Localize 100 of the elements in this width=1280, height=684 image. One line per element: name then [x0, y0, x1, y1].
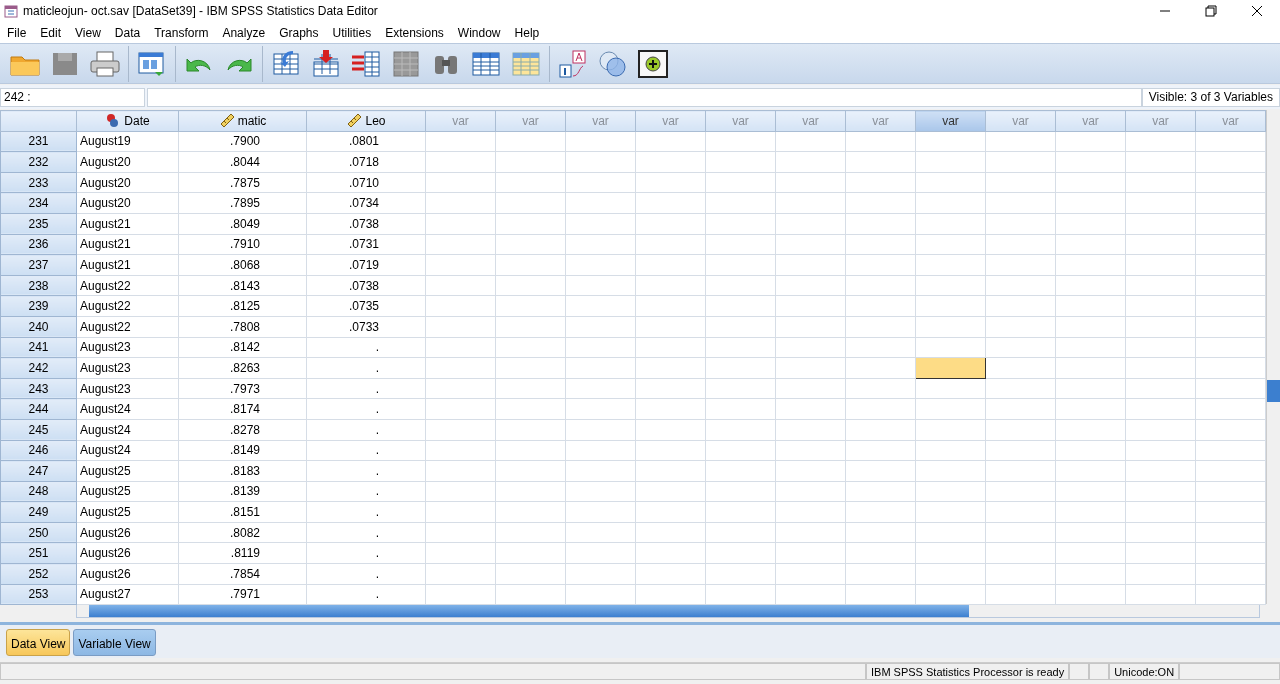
- table-cell: August25: [76, 460, 179, 482]
- menu-item[interactable]: Utilities: [325, 23, 379, 42]
- menu-item[interactable]: Analyze: [215, 23, 273, 42]
- table-cell: .7900: [178, 131, 307, 152]
- row-number[interactable]: 243: [0, 378, 77, 399]
- table-cell: .0731: [306, 234, 426, 255]
- row-number[interactable]: 248: [0, 481, 77, 502]
- table-cell: .7875: [178, 172, 307, 193]
- cell-value-field[interactable]: [147, 87, 1142, 107]
- table-cell: August21: [76, 254, 179, 276]
- table-cell: .0735: [306, 295, 426, 317]
- view-tab[interactable]: Data View: [6, 629, 71, 656]
- table-cell: .8143: [178, 275, 307, 296]
- row-number[interactable]: 246: [0, 440, 77, 461]
- table-cell: .8278: [178, 419, 307, 440]
- table-cell: .8082: [178, 522, 307, 543]
- row-number[interactable]: 238: [0, 275, 77, 296]
- row-number[interactable]: 244: [0, 398, 77, 420]
- table-cell: .: [306, 378, 426, 399]
- row-number[interactable]: 234: [0, 192, 77, 214]
- row-number[interactable]: 250: [0, 522, 77, 543]
- table-cell: .7895: [178, 192, 307, 214]
- table-cell: August21: [76, 234, 179, 255]
- row-number[interactable]: 242: [0, 357, 77, 379]
- cell-reference: 242 :: [0, 87, 145, 107]
- table-cell: .: [306, 501, 426, 523]
- row-number[interactable]: 240: [0, 316, 77, 338]
- table-cell: August22: [76, 316, 179, 338]
- table-cell: .: [306, 398, 426, 420]
- status-text: Unicode:ON: [1109, 663, 1180, 680]
- row-number[interactable]: 252: [0, 563, 77, 585]
- menu-item[interactable]: View: [68, 23, 108, 42]
- row-number[interactable]: 241: [0, 337, 77, 358]
- menu-item[interactable]: Data: [107, 23, 148, 42]
- table-cell: August19: [76, 131, 179, 152]
- table-cell: August24: [76, 440, 179, 461]
- table-cell: .0738: [306, 213, 426, 235]
- table-cell: .0801: [306, 131, 426, 152]
- row-number[interactable]: 231: [0, 131, 77, 152]
- table-cell: .: [306, 419, 426, 440]
- table-cell: August22: [76, 295, 179, 317]
- column-header[interactable]: matic: [237, 113, 267, 128]
- menu-item[interactable]: Extensions: [378, 23, 451, 42]
- table-cell: .7854: [178, 563, 307, 585]
- menu-item[interactable]: Transform: [147, 23, 216, 42]
- table-cell: August27: [76, 584, 179, 605]
- table-cell: .8049: [178, 213, 307, 235]
- menu-item[interactable]: Graphs: [272, 23, 326, 42]
- menu-item[interactable]: File: [0, 23, 34, 42]
- table-cell: .8125: [178, 295, 307, 317]
- visible-variables-label: Visible: 3 of 3 Variables: [1141, 87, 1280, 107]
- status-text: IBM SPSS Statistics Processor is ready: [866, 663, 1070, 680]
- menu-item[interactable]: Window: [450, 23, 508, 42]
- table-cell: .: [306, 542, 426, 564]
- row-number[interactable]: 237: [0, 254, 77, 276]
- table-cell: .7910: [178, 234, 307, 255]
- row-number[interactable]: 239: [0, 295, 77, 317]
- add-icon[interactable]: [636, 47, 670, 80]
- table-cell: August23: [76, 337, 179, 358]
- row-number[interactable]: 251: [0, 542, 77, 564]
- ruler-icon: [218, 111, 235, 128]
- table-cell: .0719: [306, 254, 426, 276]
- vertical-scrollbar[interactable]: [1266, 110, 1280, 604]
- row-number[interactable]: 249: [0, 501, 77, 523]
- table-cell: .: [306, 563, 426, 585]
- row-number[interactable]: 253: [0, 584, 77, 605]
- table-cell: .8119: [178, 542, 307, 564]
- table-cell: August26: [76, 542, 179, 564]
- row-number[interactable]: 245: [0, 419, 77, 440]
- row-number[interactable]: 232: [0, 151, 77, 173]
- table-cell: .: [306, 584, 426, 605]
- table-cell: .: [306, 337, 426, 358]
- view-tab[interactable]: Variable View: [73, 629, 156, 656]
- table-cell: August20: [76, 172, 179, 193]
- table-cell: August23: [76, 357, 179, 379]
- row-number[interactable]: 247: [0, 460, 77, 482]
- column-header[interactable]: Leo: [365, 113, 386, 128]
- table-cell: August20: [76, 192, 179, 214]
- table-cell: August25: [76, 481, 179, 502]
- menu-item[interactable]: Help: [507, 23, 547, 42]
- table-cell: .8263: [178, 357, 307, 379]
- table-cell: August24: [76, 419, 179, 440]
- table-cell: .: [306, 481, 426, 502]
- row-number[interactable]: 235: [0, 213, 77, 235]
- table-cell: August26: [76, 563, 179, 585]
- table-cell: .0718: [306, 151, 426, 173]
- table-cell: .0710: [306, 172, 426, 193]
- row-number[interactable]: 233: [0, 172, 77, 193]
- table-cell: .7808: [178, 316, 307, 338]
- table-cell: .: [306, 522, 426, 543]
- table-cell: .: [306, 440, 426, 461]
- table-cell: .8068: [178, 254, 307, 276]
- column-header[interactable]: Date: [124, 113, 150, 128]
- column-header[interactable]: var: [942, 113, 959, 128]
- table-cell: .8149: [178, 440, 307, 461]
- table-cell: .0734: [306, 192, 426, 214]
- ruler-icon: [346, 111, 363, 128]
- row-number[interactable]: 236: [0, 234, 77, 255]
- table-cell: .0738: [306, 275, 426, 296]
- menu-item[interactable]: Edit: [33, 23, 69, 42]
